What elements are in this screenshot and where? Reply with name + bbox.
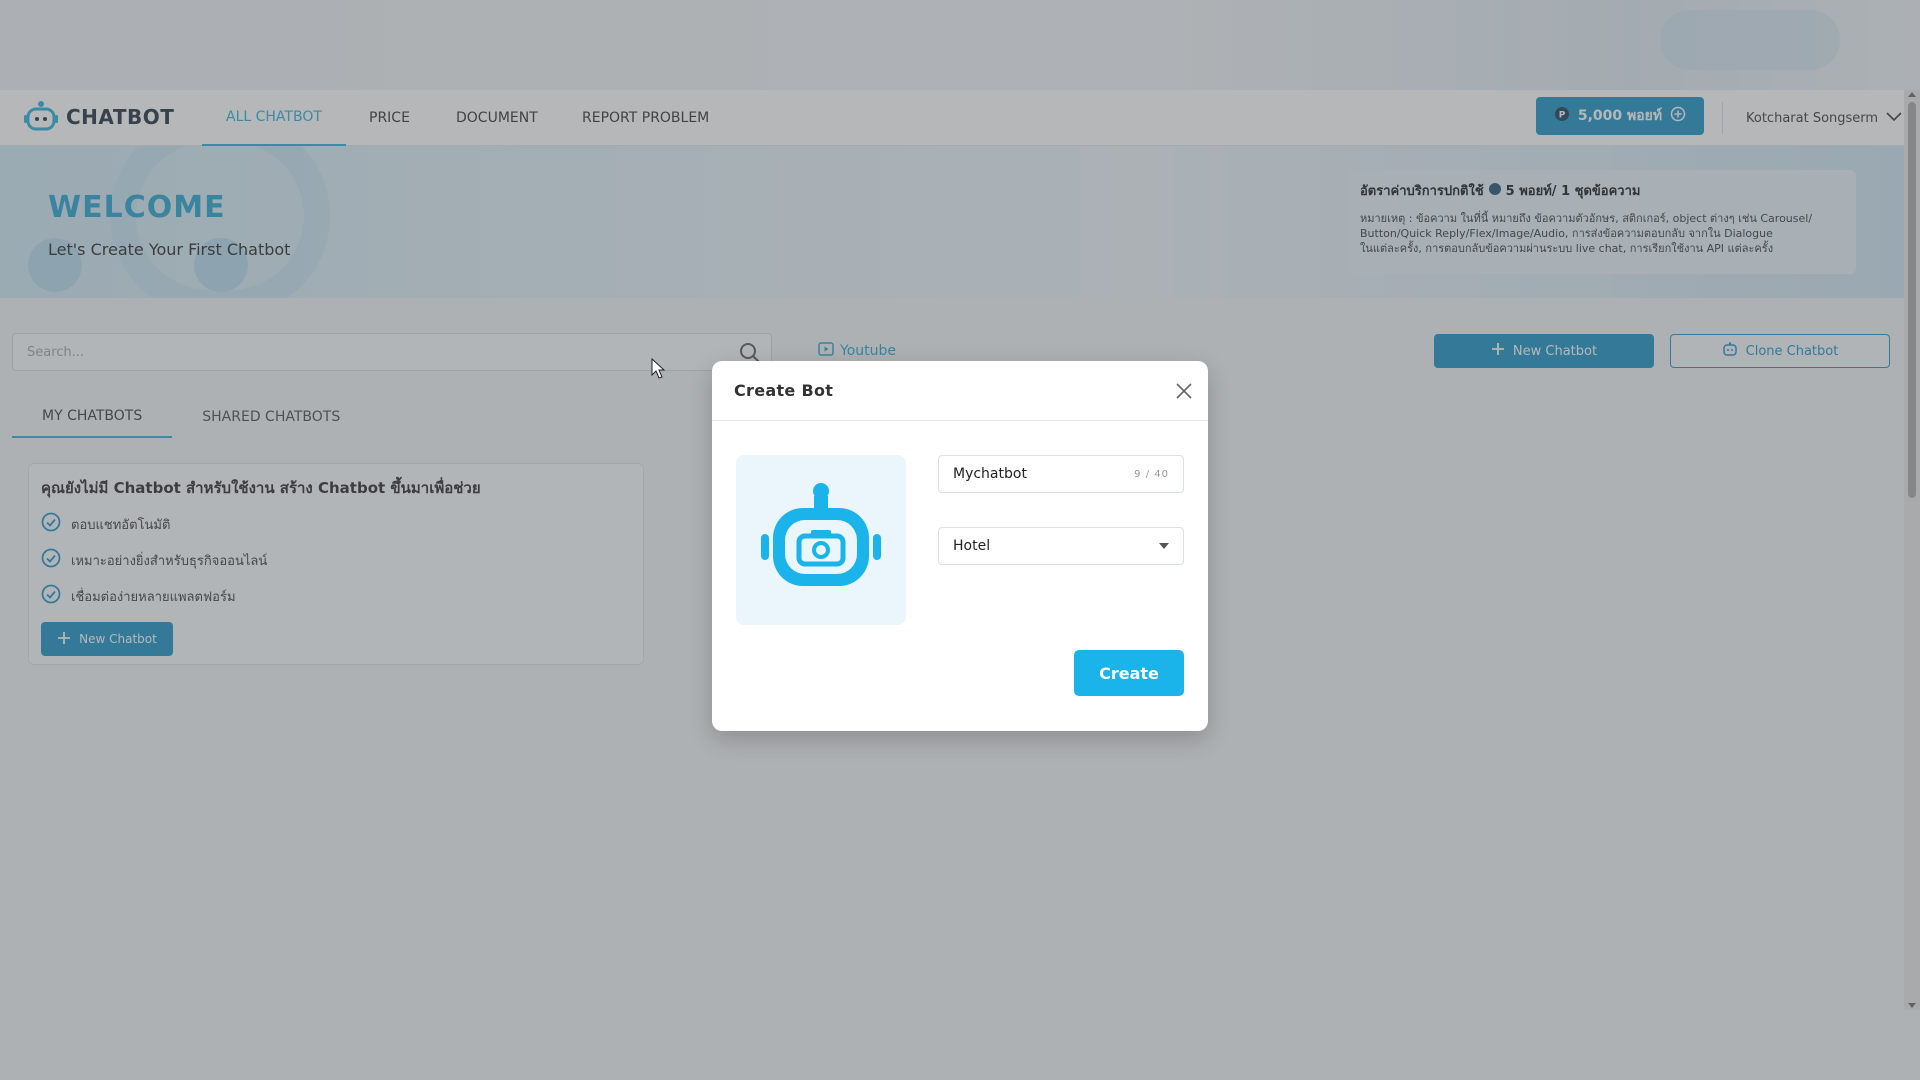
char-counter: 9 / 40: [1134, 468, 1169, 480]
caret-down-icon: [1159, 543, 1169, 549]
robot-camera-icon: [751, 478, 891, 602]
create-button[interactable]: Create: [1074, 650, 1184, 696]
modal-header: Create Bot: [712, 361, 1208, 421]
bot-type-select[interactable]: Hotel: [938, 527, 1184, 565]
create-bot-modal: Create Bot Mychatbot 9 / 40 Hotel Create: [712, 361, 1208, 731]
close-icon[interactable]: [1174, 381, 1194, 401]
modal-title: Create Bot: [734, 381, 834, 400]
bot-avatar[interactable]: [736, 455, 906, 625]
bot-type-value: Hotel: [953, 538, 991, 554]
bot-name-value: Mychatbot: [953, 466, 1027, 482]
bot-name-field[interactable]: Mychatbot 9 / 40: [938, 455, 1184, 493]
